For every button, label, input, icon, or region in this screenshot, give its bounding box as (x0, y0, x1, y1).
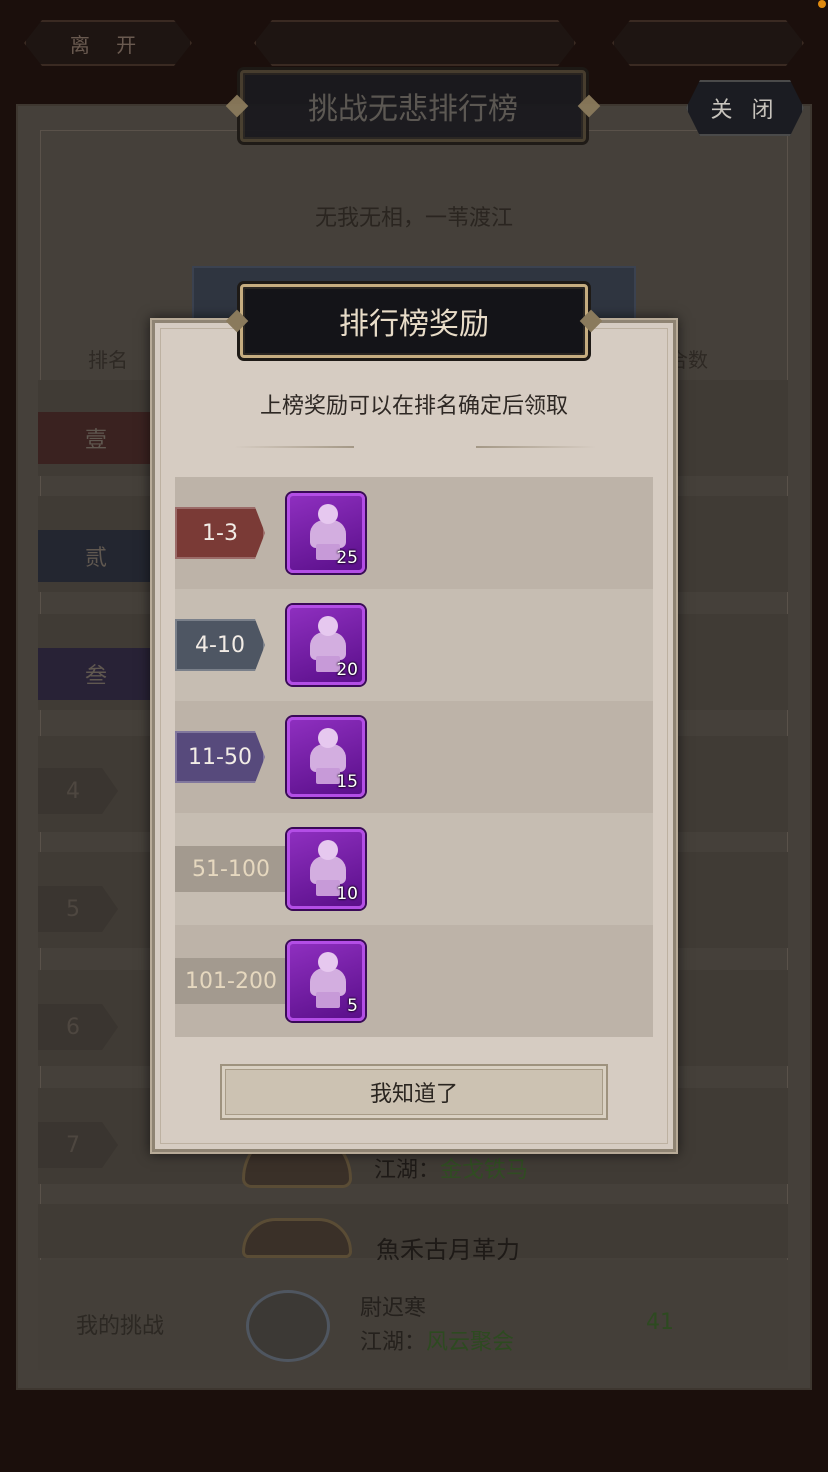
divider-ornament (476, 446, 596, 448)
avatar (246, 1290, 330, 1362)
event-title-banner (254, 20, 576, 66)
time-display (612, 20, 804, 66)
leave-button[interactable]: 离 开 (24, 20, 192, 66)
reward-row: 1-3 25 (175, 477, 653, 589)
player-name: 尉迟寒 (360, 1296, 427, 1321)
score-value: 41 (646, 1310, 674, 1335)
rank-badge: 7 (38, 1122, 118, 1168)
rank-badge: 6 (38, 1004, 118, 1050)
item-count: 20 (336, 660, 358, 680)
column-header-rank: 排名 (88, 348, 128, 372)
rank-range-tag: 51-100 (175, 846, 287, 892)
my-challenge-label: 我的挑战 (76, 1314, 165, 1339)
reward-item[interactable]: 10 (287, 829, 365, 909)
reward-row: 51-100 10 (175, 813, 653, 925)
rank-badge: 贰 (38, 530, 154, 582)
rank-range-tag: 101-200 (175, 958, 287, 1004)
item-count: 15 (336, 772, 358, 792)
guild-text: 江湖：风云聚会 (360, 1330, 515, 1355)
divider-ornament (234, 446, 354, 448)
rank-range-tag: 11-50 (175, 731, 265, 783)
acknowledge-button[interactable]: 我知道了 (220, 1064, 608, 1120)
rank-badge: 4 (38, 768, 118, 814)
reward-item[interactable]: 20 (287, 605, 365, 685)
reward-list: 1-3 25 4-10 20 11-50 15 51-100 10 101-200 5 (175, 477, 653, 1037)
leaderboard-subtitle: 无我无相，一苇渡江 (314, 206, 513, 231)
buddha-statue-icon (308, 952, 348, 1008)
close-button[interactable]: 关 闭 (686, 80, 804, 136)
reward-row: 4-10 20 (175, 589, 653, 701)
reward-item[interactable]: 25 (287, 493, 365, 573)
status-dot (818, 0, 826, 8)
item-count: 10 (336, 884, 358, 904)
item-count: 25 (336, 548, 358, 568)
reward-row: 11-50 15 (175, 701, 653, 813)
rank-range-tag: 1-3 (175, 507, 265, 559)
rank-range-tag: 4-10 (175, 619, 265, 671)
rank-badge: 壹 (38, 412, 154, 464)
reward-item[interactable]: 15 (287, 717, 365, 797)
dialog-title: 排行榜奖励 (240, 284, 588, 358)
reward-item[interactable]: 5 (287, 941, 365, 1021)
avatar (242, 1218, 352, 1258)
item-count: 5 (347, 996, 358, 1016)
rank-badge: 叁 (38, 648, 154, 700)
reward-row: 101-200 5 (175, 925, 653, 1037)
rank-badge: 5 (38, 886, 118, 932)
guild-text: 江湖：金戈铁马 (374, 1158, 529, 1183)
dialog-subtitle: 上榜奖励可以在排名确定后领取 (259, 394, 568, 419)
leaderboard-title: 挑战无悲排行榜 (240, 70, 586, 142)
